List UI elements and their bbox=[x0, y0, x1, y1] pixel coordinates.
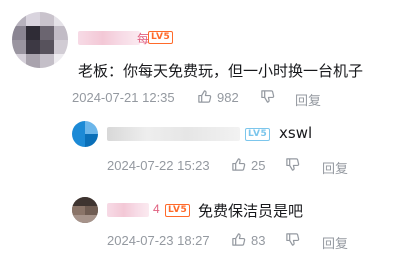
reply-button[interactable]: 回复 bbox=[295, 90, 321, 109]
reply-date: 2024-07-23 18:27 bbox=[107, 233, 210, 248]
reply-button[interactable]: 回复 bbox=[322, 233, 348, 252]
thumbs-up-icon[interactable] bbox=[197, 89, 212, 104]
username[interactable] bbox=[78, 31, 140, 45]
avatar[interactable] bbox=[12, 12, 68, 68]
username[interactable] bbox=[107, 203, 149, 217]
thumbs-up-icon[interactable] bbox=[231, 157, 246, 172]
username-suffix: 4 bbox=[153, 202, 160, 216]
level-badge: LV5 bbox=[165, 204, 191, 217]
like-count: 83 bbox=[251, 233, 266, 248]
thumbs-down-icon[interactable] bbox=[285, 157, 300, 172]
thumbs-down-icon[interactable] bbox=[285, 232, 300, 247]
like-count: 25 bbox=[251, 158, 266, 173]
reply-text: xswl bbox=[279, 124, 313, 142]
thumbs-down-icon[interactable] bbox=[260, 89, 275, 104]
comment-thread: 每 LV5 老板：你每天免费玩，但一小时换一台机子 2024-07-21 12:… bbox=[0, 0, 397, 256]
avatar[interactable] bbox=[72, 121, 98, 147]
level-badge: LV5 bbox=[245, 128, 271, 141]
comment-text: 老板：你每天免费玩，但一小时换一台机子 bbox=[78, 62, 364, 80]
avatar[interactable] bbox=[72, 197, 98, 223]
reply-text: 免费保洁员是吧 bbox=[198, 202, 304, 220]
level-badge: LV5 bbox=[148, 31, 174, 44]
reply-date: 2024-07-22 15:23 bbox=[107, 158, 210, 173]
comment-date: 2024-07-21 12:35 bbox=[72, 90, 175, 105]
reply-button[interactable]: 回复 bbox=[322, 158, 348, 177]
username[interactable] bbox=[107, 127, 240, 141]
thumbs-up-icon[interactable] bbox=[231, 232, 246, 247]
like-count: 982 bbox=[217, 90, 239, 105]
